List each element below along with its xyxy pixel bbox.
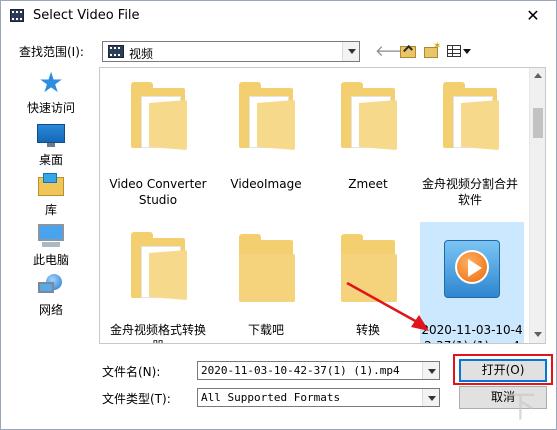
up-folder-icon[interactable] (399, 42, 417, 60)
place-library[interactable]: 库 (10, 173, 92, 218)
media-player-video-icon (440, 234, 504, 304)
vertical-scrollbar[interactable] (529, 68, 545, 343)
watermark: 下 (506, 390, 536, 425)
file-item-folder[interactable]: Zmeet (316, 72, 420, 200)
folder-icon (125, 228, 191, 302)
folder-icon (335, 78, 401, 152)
file-item-folder[interactable]: 下载吧 (214, 222, 318, 343)
file-name: VideoImage (230, 177, 302, 191)
library-icon (36, 173, 66, 199)
file-name: 转换 (355, 323, 380, 337)
film-app-icon (10, 9, 24, 22)
place-network[interactable]: 网络 (10, 273, 92, 318)
file-item-folder[interactable]: 转换 (316, 222, 420, 343)
place-quick-access[interactable]: ★ 快速访问 (10, 69, 92, 116)
close-button[interactable]: ✕ (516, 3, 550, 29)
place-this-pc[interactable]: 此电脑 (10, 223, 92, 268)
place-label: 桌面 (38, 153, 63, 167)
annotation-highlight-box (453, 354, 553, 385)
scroll-up-icon[interactable] (530, 68, 545, 84)
file-item-folder[interactable]: 金舟视频格式转换器 (106, 222, 210, 343)
network-icon (36, 273, 66, 299)
file-item-folder[interactable]: 金舟视频分割合并软件 (418, 72, 522, 207)
chevron-down-icon[interactable] (422, 389, 439, 406)
look-in-value: 视频 (129, 47, 154, 61)
filetype-label: 文件类型(T): (102, 392, 171, 406)
select-video-file-dialog: Select Video File ✕ 查找范围(I): 视频 🡐 ✶ ★ 快速… (0, 0, 557, 430)
title-bar[interactable]: Select Video File ✕ (1, 1, 556, 31)
place-label: 快速访问 (26, 101, 75, 115)
file-item-video-selected[interactable]: 2020-11-03-10-42-37(1) (1).mp4 (420, 222, 524, 343)
place-desktop[interactable]: 桌面 (10, 123, 92, 168)
filename-value[interactable]: 2020-11-03-10-42-37(1) (1).mp4 (201, 364, 400, 377)
chevron-down-icon[interactable] (342, 42, 359, 61)
file-item-folder[interactable]: Video Converter Studio (106, 72, 210, 207)
places-bar: ★ 快速访问 桌面 库 此电脑 网络 (10, 67, 92, 339)
window-title: Select Video File (33, 8, 140, 23)
place-label: 此电脑 (32, 253, 69, 267)
this-pc-icon (36, 223, 66, 249)
file-name: 下载吧 (247, 323, 284, 337)
quick-access-star-icon: ★ (38, 66, 64, 99)
view-menu-icon[interactable] (447, 42, 473, 60)
back-arrow-icon[interactable]: 🡐 (375, 42, 415, 60)
file-item-folder[interactable]: VideoImage (214, 72, 318, 200)
place-label: 库 (44, 203, 57, 217)
filename-combo[interactable]: 2020-11-03-10-42-37(1) (1).mp4 (197, 361, 440, 380)
file-name: Zmeet (348, 177, 388, 191)
folder-icon (233, 230, 299, 304)
new-folder-icon[interactable]: ✶ (423, 41, 441, 60)
file-name: 2020-11-03-10-42-37(1) (1).mp4 (421, 323, 523, 343)
folder-icon (233, 78, 299, 152)
file-name: 金舟视频格式转换器 (109, 323, 206, 343)
scroll-thumb[interactable] (533, 108, 543, 138)
scroll-down-icon[interactable] (530, 327, 545, 343)
folder-icon (125, 78, 191, 152)
filetype-value: All Supported Formats (201, 391, 341, 404)
chevron-down-icon[interactable] (422, 362, 439, 379)
filetype-combo[interactable]: All Supported Formats (197, 388, 440, 407)
video-folder-icon (108, 45, 124, 58)
file-name: 金舟视频分割合并软件 (421, 177, 518, 207)
look-in-label: 查找范围(I): (19, 45, 84, 59)
filename-label: 文件名(N): (102, 365, 161, 379)
look-in-dropdown[interactable]: 视频 (102, 41, 360, 62)
file-list-view[interactable]: Video Converter Studio VideoImage Zmeet (99, 67, 546, 344)
folder-icon (335, 230, 401, 304)
desktop-monitor-icon (36, 123, 66, 149)
file-name: Video Converter Studio (109, 177, 207, 207)
folder-icon (437, 78, 503, 152)
place-label: 网络 (38, 303, 63, 317)
